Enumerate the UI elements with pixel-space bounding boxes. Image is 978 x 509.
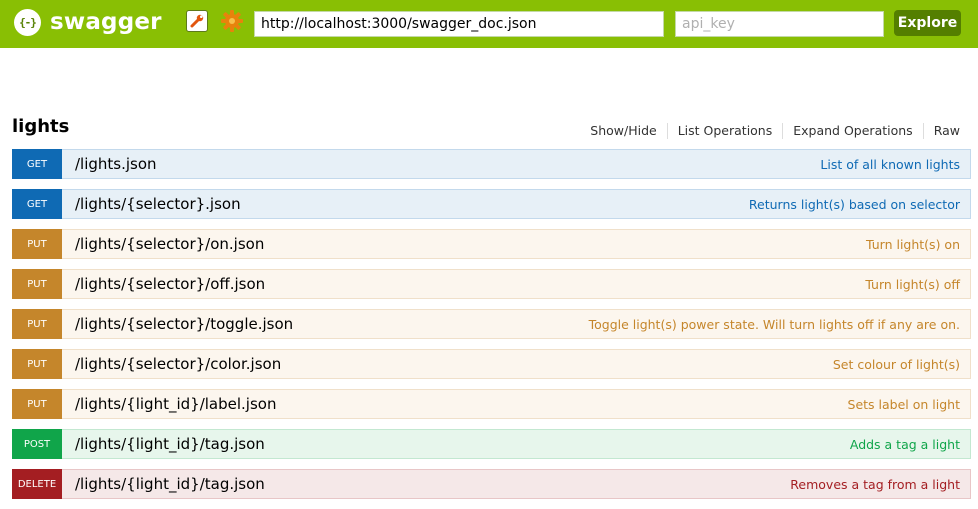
- method-badge[interactable]: GET: [12, 149, 62, 179]
- operation-path[interactable]: /lights/{selector}/toggle.json: [75, 315, 293, 333]
- raw-link[interactable]: Raw: [922, 123, 960, 139]
- method-badge[interactable]: PUT: [12, 349, 62, 379]
- operation-summary[interactable]: Returns light(s) based on selector: [749, 197, 960, 212]
- method-badge[interactable]: POST: [12, 429, 62, 459]
- operation-summary[interactable]: List of all known lights: [820, 157, 960, 172]
- show-hide-link[interactable]: Show/Hide: [580, 123, 666, 139]
- settings-button[interactable]: [220, 9, 244, 33]
- operation-summary[interactable]: Turn light(s) on: [866, 237, 960, 252]
- operation-row[interactable]: PUT /lights/{selector}/toggle.json Toggl…: [12, 309, 971, 339]
- list-operations-link[interactable]: List Operations: [666, 123, 783, 139]
- gear-icon: [221, 10, 243, 32]
- operation-row[interactable]: DELETE /lights/{light_id}/tag.json Remov…: [12, 469, 971, 499]
- operation-row[interactable]: PUT /lights/{selector}/on.json Turn ligh…: [12, 229, 971, 259]
- method-badge[interactable]: DELETE: [12, 469, 62, 499]
- operation-path[interactable]: /lights/{light_id}/tag.json: [75, 475, 265, 493]
- wrench-button[interactable]: [186, 10, 208, 32]
- operation-row[interactable]: PUT /lights/{light_id}/label.json Sets l…: [12, 389, 971, 419]
- method-badge[interactable]: PUT: [12, 269, 62, 299]
- method-badge[interactable]: PUT: [12, 309, 62, 339]
- resource-options: Show/Hide List Operations Expand Operati…: [580, 123, 960, 139]
- operation-row[interactable]: GET /lights.json List of all known light…: [12, 149, 971, 179]
- operation-row[interactable]: PUT /lights/{selector}/color.json Set co…: [12, 349, 971, 379]
- explore-button[interactable]: Explore: [894, 10, 961, 36]
- method-badge[interactable]: PUT: [12, 229, 62, 259]
- operation-summary[interactable]: Toggle light(s) power state. Will turn l…: [589, 317, 960, 332]
- operation-summary[interactable]: Removes a tag from a light: [790, 477, 960, 492]
- api-url-input[interactable]: [254, 11, 664, 37]
- operation-path[interactable]: /lights.json: [75, 155, 157, 173]
- operation-row[interactable]: POST /lights/{light_id}/tag.json Adds a …: [12, 429, 971, 459]
- method-badge[interactable]: GET: [12, 189, 62, 219]
- operation-summary[interactable]: Adds a tag a light: [850, 437, 960, 452]
- method-badge[interactable]: PUT: [12, 389, 62, 419]
- swagger-logo[interactable]: {-} swagger: [14, 7, 162, 37]
- resource-title[interactable]: lights: [12, 116, 69, 137]
- operation-summary[interactable]: Set colour of light(s): [833, 357, 960, 372]
- expand-operations-link[interactable]: Expand Operations: [782, 123, 922, 139]
- operation-path[interactable]: /lights/{selector}/color.json: [75, 355, 281, 373]
- operation-summary[interactable]: Sets label on light: [848, 397, 960, 412]
- operations-list: GET /lights.json List of all known light…: [12, 149, 971, 509]
- swagger-logo-icon: {-}: [14, 8, 41, 36]
- operation-path[interactable]: /lights/{light_id}/label.json: [75, 395, 276, 413]
- operation-path[interactable]: /lights/{selector}/off.json: [75, 275, 265, 293]
- operation-summary[interactable]: Turn light(s) off: [865, 277, 960, 292]
- top-bar: {-} swagger Explore: [0, 0, 978, 48]
- api-key-input[interactable]: [675, 11, 884, 37]
- operation-path[interactable]: /lights/{light_id}/tag.json: [75, 435, 265, 453]
- operation-path[interactable]: /lights/{selector}/on.json: [75, 235, 264, 253]
- wrench-icon: [190, 14, 204, 28]
- operation-row[interactable]: PUT /lights/{selector}/off.json Turn lig…: [12, 269, 971, 299]
- operation-row[interactable]: GET /lights/{selector}.json Returns ligh…: [12, 189, 971, 219]
- operation-path[interactable]: /lights/{selector}.json: [75, 195, 241, 213]
- brand-name: swagger: [50, 9, 162, 35]
